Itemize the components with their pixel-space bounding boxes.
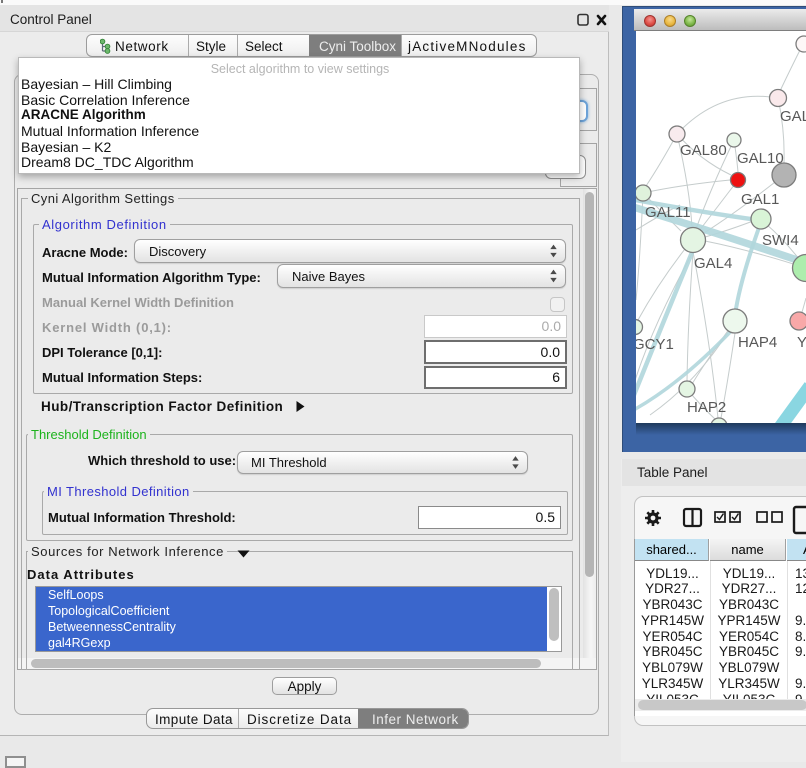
svg-text:GAL80: GAL80 [680, 142, 727, 159]
svg-text:HAP2: HAP2 [687, 399, 726, 416]
svg-text:Y: Y [797, 334, 806, 351]
svg-text:SWI4: SWI4 [762, 232, 799, 249]
svg-text:GAL1: GAL1 [741, 191, 779, 208]
svg-text:GAL: GAL [780, 108, 806, 125]
svg-text:GAL10: GAL10 [737, 150, 784, 167]
svg-text:GAL4: GAL4 [694, 255, 732, 272]
svg-text:HAP4: HAP4 [738, 334, 777, 351]
svg-text:GAL11: GAL11 [645, 204, 691, 221]
svg-text:GCY1: GCY1 [636, 336, 674, 353]
